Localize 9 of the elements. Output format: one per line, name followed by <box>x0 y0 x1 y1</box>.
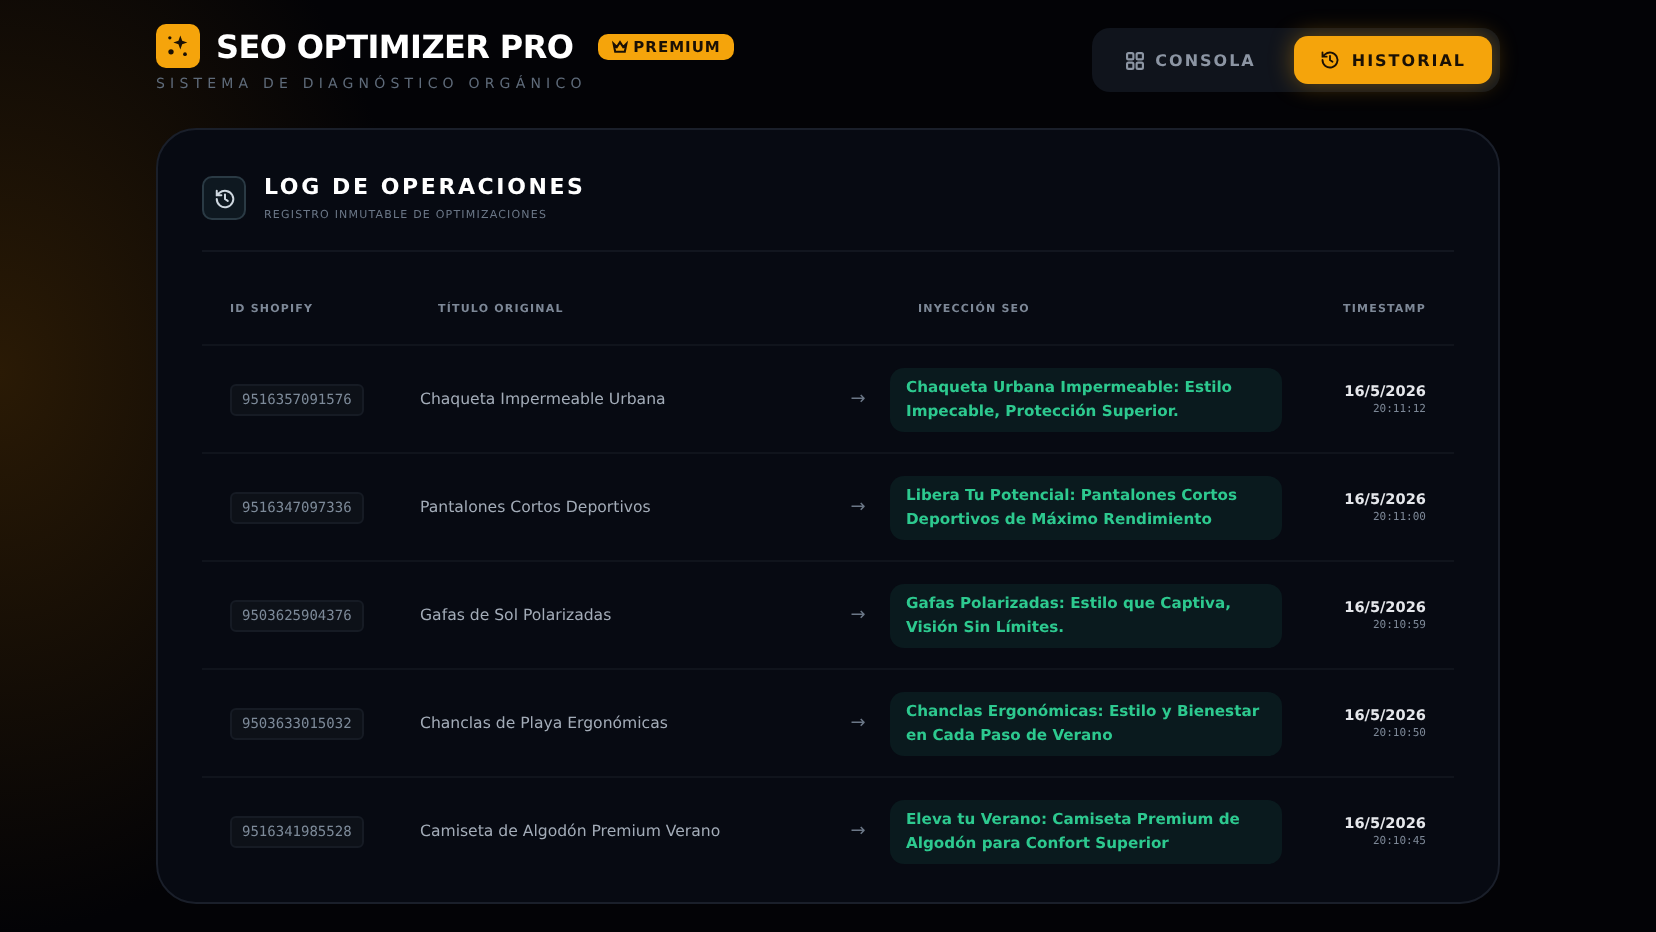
crown-icon <box>611 39 628 53</box>
sparkle-logo-icon <box>156 24 200 68</box>
nav-tab[interactable]: CONSOLA <box>1099 36 1282 84</box>
nav-tab[interactable]: HISTORIAL <box>1293 36 1492 84</box>
grid-icon <box>1125 51 1144 69</box>
history-icon <box>213 187 235 209</box>
history-icon <box>1319 50 1340 70</box>
panel-title: LOG DE OPERACIONES <box>264 174 586 200</box>
app-name: SEO OPTIMIZER PRO <box>216 27 574 65</box>
